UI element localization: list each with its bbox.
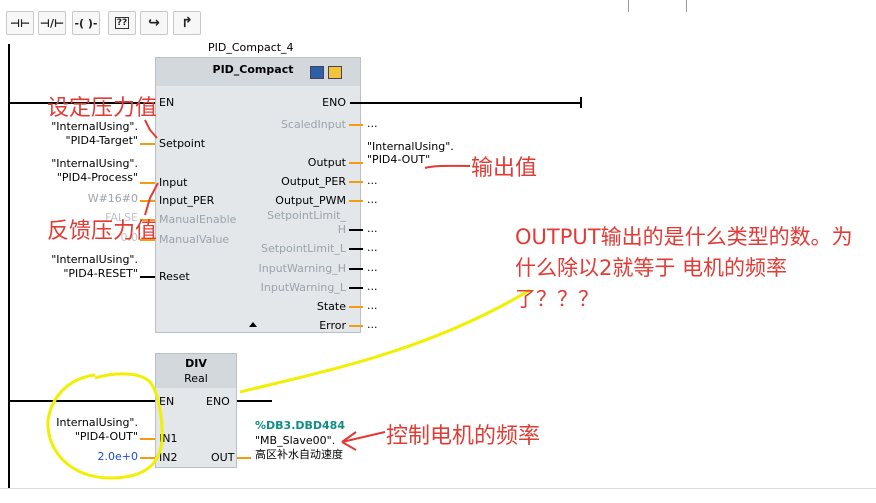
input-operand-b[interactable]: "PID4-Process" xyxy=(20,171,138,184)
pid-pin-input-warning-l: InputWarning_L xyxy=(260,281,346,294)
pid-pin-input-per: Input_PER xyxy=(159,194,215,207)
div-en-wire xyxy=(10,400,155,402)
setpoint-limit-h-stub xyxy=(349,229,363,231)
no-contact-icon: ⊣⊢ xyxy=(9,16,31,30)
div-eno-wire xyxy=(237,400,272,402)
empty-box-button[interactable]: ?? xyxy=(108,11,136,35)
annotation-setpoint: 设定压力值 xyxy=(47,96,158,121)
div-in1-stub xyxy=(140,438,155,440)
annotation-question: OUTPUT输出的是什么类型的数。为什么除以2就等于 电机的频率了？？？ xyxy=(515,225,853,311)
red-stroke-output xyxy=(424,164,471,169)
pid-pin-output: Output xyxy=(307,156,346,169)
output-stub xyxy=(349,162,363,164)
editor-bottom-bar xyxy=(0,488,876,503)
pid-pin-input-warning-h: InputWarning_H xyxy=(258,262,346,275)
annotation-motor-frequency: 控制电机的频率 xyxy=(386,424,541,449)
pid-pin-manual-enable: ManualEnable xyxy=(159,213,237,226)
annotation-output: 输出值 xyxy=(471,156,538,181)
config-icon[interactable] xyxy=(328,66,342,79)
power-rail xyxy=(8,44,10,488)
div-block-title: DIV xyxy=(185,357,207,370)
reset-operand-a[interactable]: "InternalUsing". xyxy=(20,253,138,266)
eno-wire-end xyxy=(580,97,582,108)
pid-pin-setpoint-limit-h: SetpointLimit_ xyxy=(267,209,346,222)
red-arrow-motor xyxy=(341,431,386,451)
div-pin-eno: ENO xyxy=(206,395,230,408)
state-stub xyxy=(349,306,363,308)
reset-stub xyxy=(140,276,155,278)
output-per-operand[interactable]: ... xyxy=(367,174,378,187)
input-stub xyxy=(140,182,155,184)
div-block-type[interactable]: Real xyxy=(156,372,236,385)
div-pin-en: EN xyxy=(159,395,175,408)
eno-wire xyxy=(350,102,582,104)
input-operand-a[interactable]: "InternalUsing". xyxy=(20,157,138,170)
pid-pin-state: State xyxy=(316,300,346,313)
pid-pin-eno: ENO xyxy=(322,96,346,109)
setpoint-limit-l-operand[interactable]: ... xyxy=(367,241,378,254)
state-operand[interactable]: ... xyxy=(367,299,378,312)
div-in2-stub xyxy=(140,457,155,459)
input-per-stub xyxy=(140,200,155,202)
div-pin-in2: IN2 xyxy=(159,451,178,464)
toolbar-splitter xyxy=(628,0,629,12)
output-pwm-stub xyxy=(349,200,363,202)
pid-pin-output-pwm: Output_PWM xyxy=(275,194,346,207)
input-per-operand[interactable]: W#16#0 xyxy=(20,192,138,205)
div-pin-out: OUT xyxy=(211,451,235,464)
output-operand-a[interactable]: "InternalUsing". xyxy=(367,140,454,153)
commissioning-icon[interactable] xyxy=(310,66,324,79)
error-stub xyxy=(349,325,363,327)
toolbar-splitter xyxy=(686,0,687,12)
pid-pin-output-per: Output_PER xyxy=(281,175,346,188)
pid-pin-setpoint: Setpoint xyxy=(159,137,206,150)
pid-pin-setpoint-limit-l: SetpointLimit_L xyxy=(260,242,346,255)
pid-pin-reset: Reset xyxy=(159,270,190,283)
nc-contact-icon: ⊣/⊢ xyxy=(39,16,65,30)
output-operand-b[interactable]: "PID4-OUT" xyxy=(367,153,430,166)
div-out-operand-b[interactable]: 高区补水自动速度 xyxy=(255,448,343,461)
annotation-feedback: 反馈压力值 xyxy=(47,219,158,244)
open-branch-button[interactable]: ↪ xyxy=(140,11,168,35)
pid-pin-input: Input xyxy=(159,176,188,189)
close-branch-button[interactable]: ↱ xyxy=(173,11,201,35)
div-out-operand-a[interactable]: "MB_Slave00". xyxy=(255,434,335,447)
empty-box-icon: ?? xyxy=(114,17,130,29)
setpoint-limit-l-stub xyxy=(349,248,363,250)
setpoint-stub xyxy=(140,143,155,145)
scaled-input-operand[interactable]: ... xyxy=(367,117,378,130)
open-branch-icon: ↪ xyxy=(148,15,160,31)
div-pin-in1: IN1 xyxy=(159,432,178,445)
pid-pin-manual-value: ManualValue xyxy=(159,233,230,246)
coil-icon: -( )- xyxy=(74,16,98,30)
setpoint-limit-h-operand[interactable]: ... xyxy=(367,222,378,235)
input-warning-h-stub xyxy=(349,268,363,270)
div-in1-operand-a[interactable]: InternalUsing". xyxy=(20,416,138,429)
input-warning-h-operand[interactable]: ... xyxy=(367,261,378,274)
error-operand[interactable]: ... xyxy=(367,318,378,331)
div-in2-operand[interactable]: 2.0e+0 xyxy=(20,450,138,463)
pid-instance-label[interactable]: PID_Compact_4 xyxy=(208,41,294,54)
nc-contact-button[interactable]: ⊣/⊢ xyxy=(38,11,66,35)
output-per-stub xyxy=(349,181,363,183)
close-branch-icon: ↱ xyxy=(181,15,193,31)
no-contact-button[interactable]: ⊣⊢ xyxy=(6,11,34,35)
pid-pin-en: EN xyxy=(159,96,175,109)
div-out-address[interactable]: %DB3.DBD484 xyxy=(255,419,345,432)
ladder-toolbar: ⊣⊢ ⊣/⊢ -( )- ?? ↪ ↱ xyxy=(0,0,876,44)
scaled-input-stub xyxy=(349,124,363,126)
div-in1-operand-b[interactable]: "PID4-OUT" xyxy=(20,430,138,443)
output-pwm-operand[interactable]: ... xyxy=(367,193,378,206)
coil-button[interactable]: -( )- xyxy=(72,11,100,35)
setpoint-operand-b[interactable]: "PID4-Target" xyxy=(20,134,138,147)
pid-pin-error: Error xyxy=(319,319,346,332)
div-out-stub xyxy=(237,457,251,459)
pid-pin-scaled-input: ScaledInput xyxy=(280,118,346,131)
reset-operand-b[interactable]: "PID4-RESET" xyxy=(20,267,138,280)
input-warning-l-stub xyxy=(349,287,363,289)
pid-pin-setpoint-limit-h-suffix: H xyxy=(337,223,346,236)
input-warning-l-operand[interactable]: ... xyxy=(367,280,378,293)
